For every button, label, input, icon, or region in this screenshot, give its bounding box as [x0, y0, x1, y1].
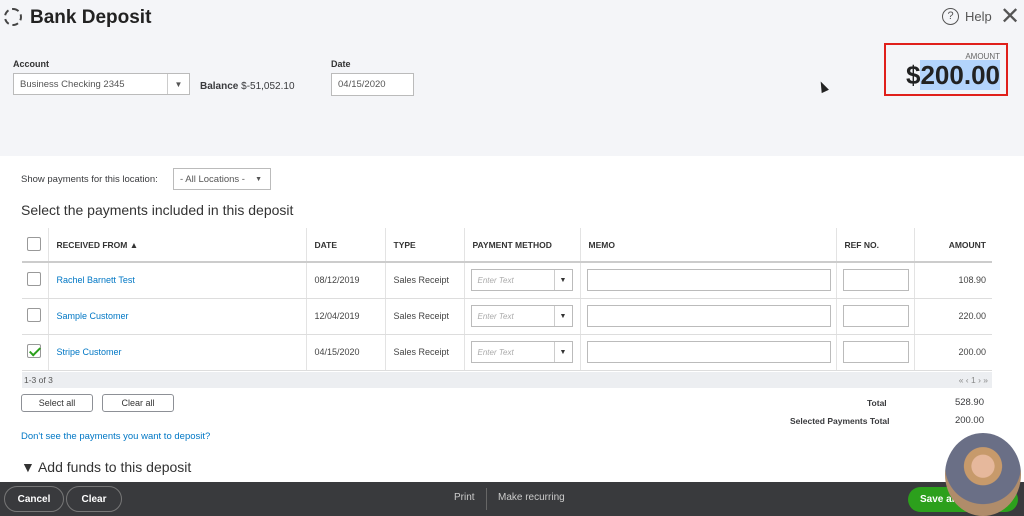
- account-label: Account: [13, 59, 49, 69]
- make-recurring-button[interactable]: Make recurring: [498, 492, 565, 503]
- chevron-down-icon: ▼: [255, 175, 262, 183]
- date-input[interactable]: 04/15/2020: [331, 73, 414, 96]
- payment-method-select[interactable]: Enter Text ▼: [470, 305, 573, 327]
- chevron-down-icon[interactable]: ▼: [553, 306, 572, 326]
- clear-button[interactable]: Clear: [66, 486, 122, 512]
- location-filter-label: Show payments for this location:: [21, 174, 158, 185]
- divider: [486, 488, 487, 510]
- payment-placeholder: Enter Text: [477, 347, 514, 357]
- total-value: 528.90: [954, 397, 984, 408]
- help-icon: ?: [942, 8, 959, 25]
- chevron-down-icon[interactable]: ▼: [553, 342, 572, 362]
- payment-placeholder: Enter Text: [477, 311, 514, 321]
- chevron-down-icon[interactable]: ▼: [553, 270, 572, 291]
- missing-payments-link[interactable]: Don't see the payments you want to depos…: [21, 431, 210, 442]
- table-row: Sample Customer 12/04/2019 Sales Receipt…: [22, 298, 992, 335]
- column-type: TYPE: [385, 228, 465, 263]
- row-type: Sales Receipt: [385, 334, 465, 371]
- print-button[interactable]: Print: [454, 492, 475, 503]
- section-title: Select the payments included in this dep…: [21, 202, 294, 218]
- payment-method-select[interactable]: Enter Text ▼: [470, 269, 573, 292]
- amount-display: AMOUNT $200.00: [884, 43, 1008, 96]
- column-date: DATE: [306, 228, 386, 263]
- webcam-overlay: [945, 433, 1021, 516]
- ref-no-input[interactable]: [842, 305, 909, 327]
- row-checkbox[interactable]: [27, 344, 41, 358]
- recent-transactions-icon[interactable]: [4, 8, 22, 26]
- ref-no-input[interactable]: [842, 341, 909, 363]
- location-select[interactable]: - All Locations - ▼: [173, 168, 271, 190]
- row-type: Sales Receipt: [385, 262, 465, 299]
- row-amount: 200.00: [914, 334, 992, 371]
- account-balance: Balance $-51,052.10: [200, 81, 295, 92]
- amount-currency: $: [906, 60, 921, 90]
- account-value: Business Checking 2345: [20, 78, 125, 90]
- account-select[interactable]: Business Checking 2345 ▼: [13, 73, 190, 95]
- select-all-button[interactable]: Select all: [21, 394, 93, 412]
- balance-label: Balance: [200, 81, 239, 92]
- row-date: 04/15/2020: [306, 334, 386, 371]
- row-type: Sales Receipt: [385, 298, 465, 335]
- row-checkbox[interactable]: [27, 308, 41, 322]
- page-count: 1-3 of 3: [24, 375, 53, 385]
- add-funds-toggle[interactable]: ▼ Add funds to this deposit: [21, 459, 191, 475]
- table-row: Stripe Customer 04/15/2020 Sales Receipt…: [22, 334, 992, 371]
- page-title: Bank Deposit: [30, 7, 152, 28]
- clear-all-button[interactable]: Clear all: [102, 394, 174, 412]
- pagination-bar: 1-3 of 3 « ‹ 1 › »: [22, 372, 992, 388]
- memo-input[interactable]: [586, 269, 831, 292]
- received-from-link[interactable]: Stripe Customer: [57, 347, 122, 357]
- chevron-down-icon[interactable]: ▼: [167, 74, 189, 94]
- footer-bar: Cancel Clear Print Make recurring Save a…: [0, 482, 1024, 516]
- column-received-from[interactable]: RECEIVED FROM ▲: [48, 228, 307, 263]
- table-row: Rachel Barnett Test 08/12/2019 Sales Rec…: [22, 262, 992, 299]
- location-value: - All Locations -: [180, 173, 245, 185]
- column-amount: AMOUNT: [914, 228, 992, 263]
- help-label: Help: [965, 9, 992, 24]
- column-ref-no: REF NO.: [836, 228, 915, 263]
- received-from-link[interactable]: Sample Customer: [57, 311, 129, 321]
- help-button[interactable]: ? Help: [942, 8, 992, 25]
- balance-value: $-51,052.10: [241, 81, 295, 92]
- cancel-button[interactable]: Cancel: [4, 486, 64, 512]
- row-amount: 220.00: [914, 298, 992, 335]
- payment-method-select[interactable]: Enter Text ▼: [470, 341, 573, 363]
- row-date: 08/12/2019: [306, 262, 386, 299]
- amount-value: 200.00: [920, 60, 1000, 90]
- select-all-checkbox[interactable]: [27, 236, 41, 251]
- received-from-link[interactable]: Rachel Barnett Test: [57, 275, 135, 285]
- payment-placeholder: Enter Text: [477, 275, 514, 285]
- row-amount: 108.90: [914, 262, 992, 299]
- close-icon[interactable]: ✕: [1000, 2, 1020, 31]
- payments-table: RECEIVED FROM ▲ DATE TYPE PAYMENT METHOD…: [22, 228, 992, 371]
- ref-no-input[interactable]: [842, 269, 909, 292]
- memo-input[interactable]: [586, 341, 831, 363]
- row-date: 12/04/2019: [306, 298, 386, 335]
- date-label: Date: [331, 59, 351, 69]
- row-checkbox[interactable]: [27, 272, 41, 287]
- column-memo: MEMO: [580, 228, 837, 263]
- selected-total-value: 200.00: [954, 415, 984, 426]
- pager-controls[interactable]: « ‹ 1 › »: [959, 372, 988, 388]
- selected-total-label: Selected Payments Total: [790, 416, 890, 426]
- memo-input[interactable]: [586, 305, 831, 327]
- total-label: Total: [867, 398, 887, 408]
- column-payment-method: PAYMENT METHOD: [464, 228, 581, 263]
